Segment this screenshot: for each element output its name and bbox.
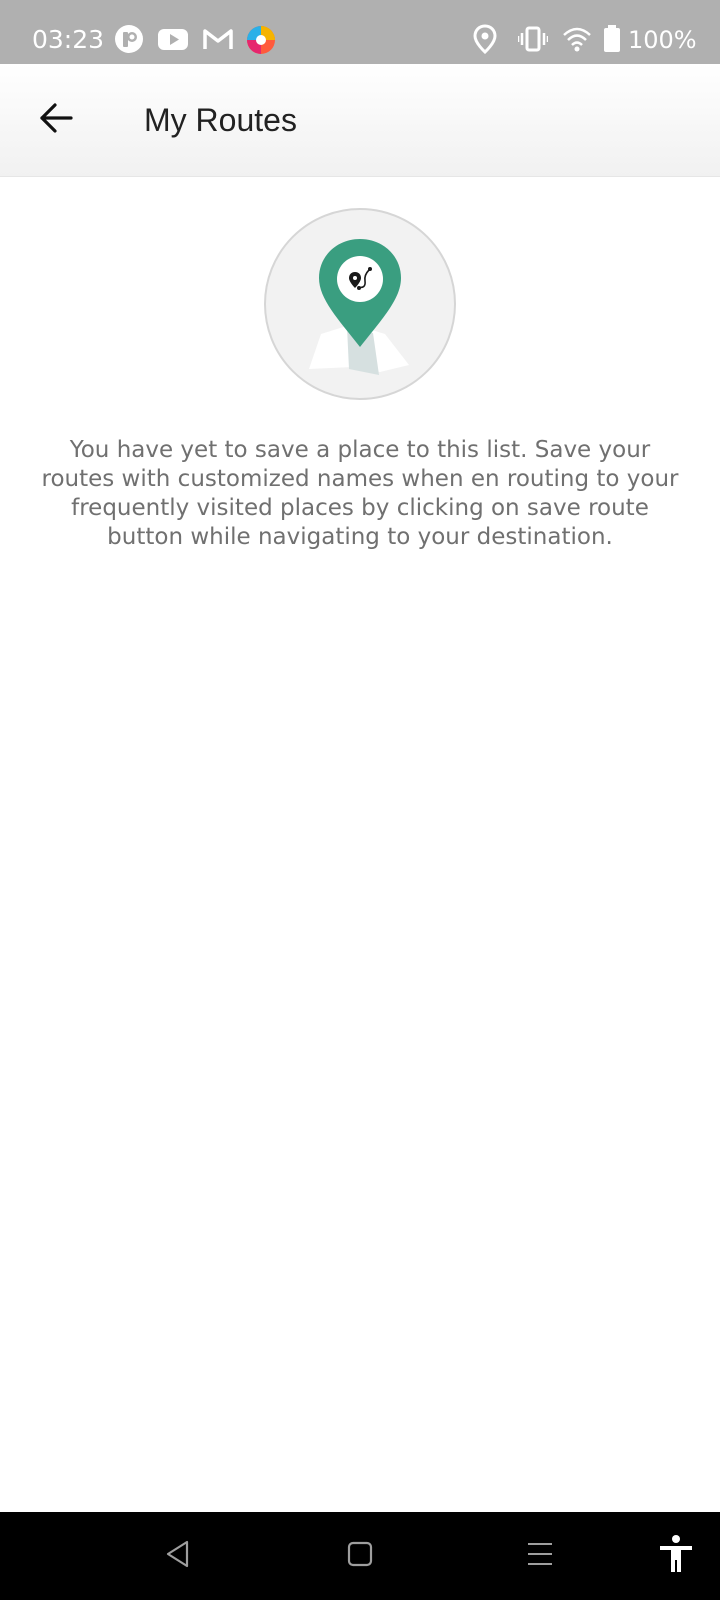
youtube-icon — [157, 24, 189, 59]
location-icon — [473, 24, 497, 59]
app-p-icon — [114, 24, 144, 59]
arrow-left-icon — [38, 100, 74, 141]
wifi-icon — [562, 24, 592, 59]
nav-home-button[interactable] — [332, 1528, 388, 1584]
accessibility-icon — [658, 1534, 694, 1579]
home-square-icon — [345, 1539, 375, 1574]
empty-state-illustration — [263, 207, 457, 401]
app-bar: My Routes — [0, 64, 720, 177]
system-nav-bar — [0, 1512, 720, 1600]
status-bar: 03:23 100% — [0, 0, 720, 64]
status-time: 03:23 — [32, 25, 105, 54]
nav-accessibility-button[interactable] — [648, 1528, 704, 1584]
back-button[interactable] — [24, 88, 88, 152]
empty-state-message: You have yet to save a place to this lis… — [41, 437, 679, 550]
back-triangle-icon — [163, 1539, 193, 1574]
battery-icon — [602, 24, 622, 59]
vibrate-icon — [517, 24, 549, 59]
map-pin-route-icon — [263, 208, 457, 405]
page-title: My Routes — [144, 102, 297, 138]
nav-recents-button[interactable] — [512, 1528, 568, 1584]
colorful-app-icon — [245, 24, 277, 61]
battery-percent: 100% — [628, 26, 697, 54]
gmail-icon — [202, 24, 234, 59]
recents-menu-icon — [525, 1539, 555, 1574]
nav-back-button[interactable] — [150, 1528, 206, 1584]
